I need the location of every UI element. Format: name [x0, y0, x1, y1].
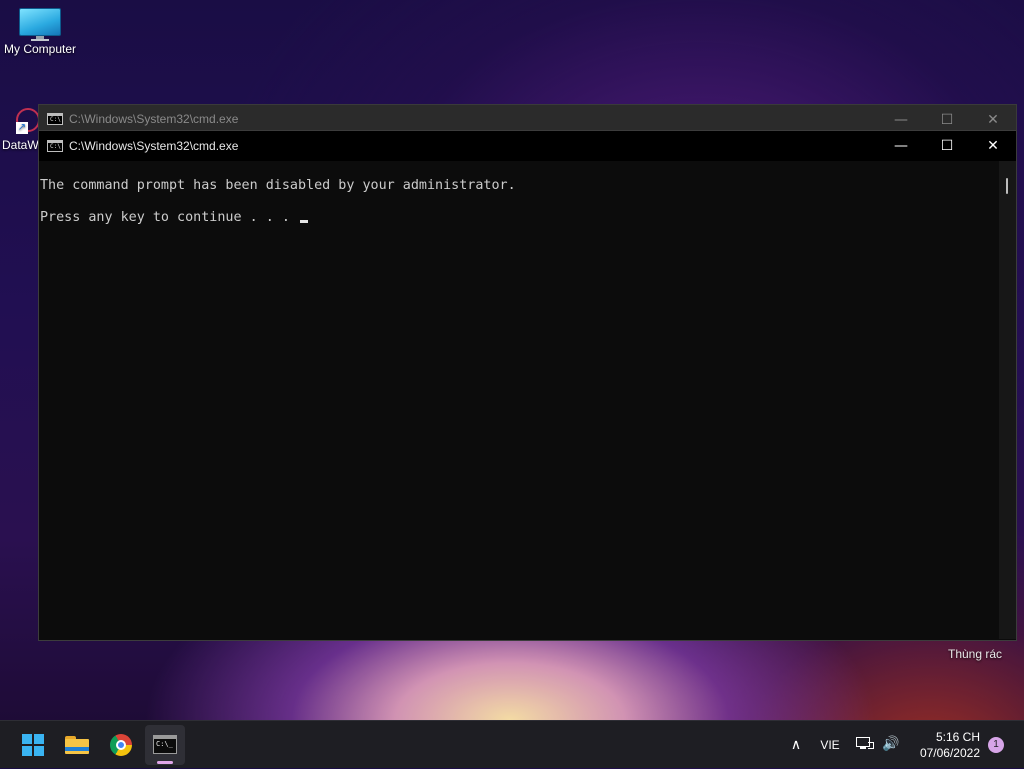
show-hidden-icons-chevron-icon[interactable]: ∧ — [786, 721, 806, 769]
language-indicator[interactable]: VIE — [816, 721, 844, 769]
clock[interactable]: 5:16 CH 07/06/2022 — [910, 729, 980, 765]
clock-date: 07/06/2022 — [919, 746, 980, 760]
chrome-icon — [110, 734, 132, 756]
console-line: The command prompt has been disabled by … — [40, 178, 516, 193]
console-line-with-cursor: Press any key to continue . . . — [40, 210, 308, 225]
background-window-title: C:\Windows\System32\cmd.exe — [69, 112, 239, 126]
console-output[interactable]: The command prompt has been disabled by … — [39, 161, 999, 639]
desktop-icon-label: My Computer — [3, 42, 77, 56]
window-titlebar[interactable]: C:\ C:\Windows\System32\cmd.exe — ☐ ✕ — [39, 131, 1016, 161]
shortcut-arrow-icon: ↗ — [16, 122, 28, 134]
monitor-icon — [19, 8, 61, 41]
volume-icon[interactable]: 🔊 — [882, 721, 900, 769]
cmd-window[interactable]: C:\ C:\Windows\System32\cmd.exe — ☐ ✕ Th… — [38, 130, 1017, 641]
desktop-icon-label: DataW — [2, 138, 39, 152]
chrome-button[interactable] — [101, 725, 141, 765]
cmd-window-icon: C:\ — [47, 140, 63, 152]
close-button[interactable]: ✕ — [970, 131, 1016, 161]
notification-badge[interactable]: 1 — [988, 737, 1004, 753]
desktop-icon-dataw[interactable]: ↗ DataW — [2, 108, 42, 152]
vertical-scrollbar[interactable] — [999, 161, 1016, 639]
taskbar: C:\_ ∧ VIE 🔊 5:16 CH 07/06/2022 1 — [0, 720, 1024, 768]
windows-logo-icon — [22, 734, 44, 756]
command-prompt-taskbar-button[interactable]: C:\_ — [145, 725, 185, 765]
network-icon[interactable] — [856, 737, 874, 751]
desktop-icon-my-computer[interactable]: My Computer — [0, 8, 80, 56]
window-title: C:\Windows\System32\cmd.exe — [69, 139, 239, 153]
file-explorer-button[interactable] — [57, 725, 97, 765]
folder-icon — [65, 736, 89, 754]
cmd-window-icon: C:\ — [47, 113, 63, 125]
start-button[interactable] — [13, 725, 53, 765]
minimize-button[interactable]: — — [878, 131, 924, 161]
scrollbar-thumb[interactable] — [1006, 178, 1008, 194]
maximize-button[interactable]: ☐ — [924, 131, 970, 161]
clock-time: 5:16 CH — [935, 730, 980, 744]
text-cursor — [299, 220, 308, 223]
active-app-indicator — [157, 761, 173, 764]
recycle-bin-label[interactable]: Thùng rác — [948, 647, 1002, 661]
cmd-icon: C:\_ — [153, 735, 177, 754]
console-line: Press any key to continue . . . — [40, 210, 298, 225]
